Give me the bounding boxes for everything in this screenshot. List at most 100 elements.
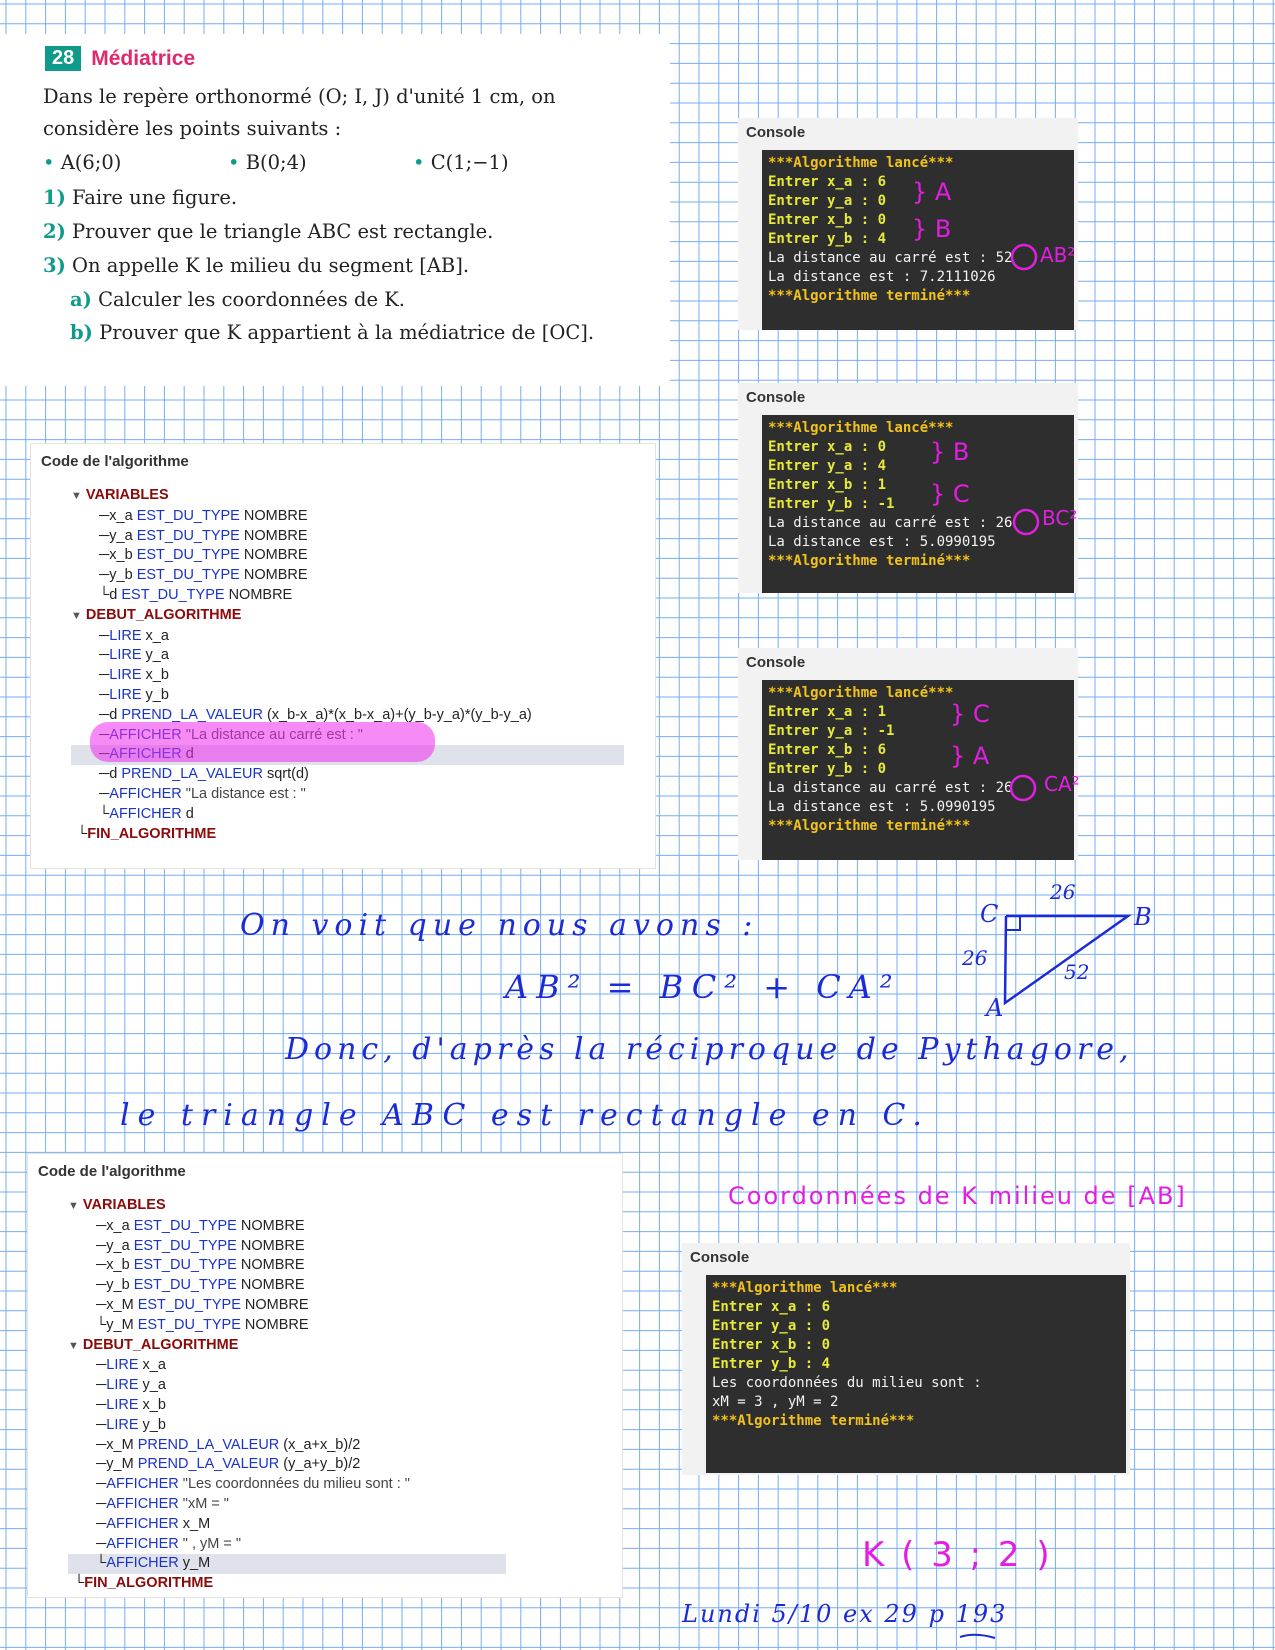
tree-line[interactable]: ─LIRE y_a bbox=[68, 1376, 613, 1396]
handwritten-equation: AB² = BC² + CA² bbox=[505, 968, 901, 1006]
tree-line[interactable]: ─LIRE x_a bbox=[71, 627, 646, 647]
tree-end[interactable]: └FIN_ALGORITHME bbox=[71, 825, 646, 845]
tree-line[interactable]: └d EST_DU_TYPE NOMBRE bbox=[71, 586, 646, 606]
console-line: ***Algorithme lancé*** bbox=[768, 155, 954, 171]
triangle-label-c: C bbox=[980, 900, 999, 928]
tree-line[interactable]: ─LIRE x_b bbox=[68, 1396, 613, 1416]
console-line: Entrer y_a : 4 bbox=[768, 458, 887, 474]
console-2: Console ***Algorithme lancé*** Entrer x_… bbox=[738, 383, 1078, 593]
tree-line[interactable]: ─AFFICHER "xM = " bbox=[68, 1495, 613, 1515]
console-line: La distance au carré est : 52 bbox=[768, 250, 1013, 266]
tree-line[interactable]: ─y_b EST_DU_TYPE NOMBRE bbox=[71, 566, 646, 586]
exercise-title: Médiatrice bbox=[91, 46, 196, 70]
handwritten-line-1: On voit que nous avons : bbox=[240, 908, 759, 943]
console-output: ***Algorithme lancé*** Entrer x_a : 6 En… bbox=[706, 1275, 1126, 1473]
triangle-down-icon[interactable]: ▼ bbox=[68, 1200, 79, 1212]
annotation-b: } B bbox=[930, 438, 970, 466]
tree-line[interactable]: ─AFFICHER "La distance est : " bbox=[71, 785, 646, 805]
console-line: Entrer x_b : 1 bbox=[768, 477, 887, 493]
tree-line-selected[interactable]: └AFFICHER y_M bbox=[68, 1554, 506, 1575]
tree-end[interactable]: └FIN_ALGORITHME bbox=[68, 1574, 613, 1594]
triangle-down-icon[interactable]: ▼ bbox=[71, 490, 82, 502]
console-title: Console bbox=[746, 124, 806, 141]
tree-line[interactable]: ─x_b EST_DU_TYPE NOMBRE bbox=[68, 1256, 613, 1276]
console-line: ***Algorithme lancé*** bbox=[768, 685, 954, 701]
point-a: A(6;0) bbox=[60, 151, 122, 174]
console-line: La distance au carré est : 26 bbox=[768, 780, 1013, 796]
exercise-intro-line1: Dans le repère orthonormé (O; I, J) d'un… bbox=[43, 85, 556, 108]
question-3: 3) On appelle K le milieu du segment [AB… bbox=[43, 254, 470, 277]
tree-line[interactable]: ─y_b EST_DU_TYPE NOMBRE bbox=[68, 1276, 613, 1296]
tree-line[interactable]: ─d PREND_LA_VALEUR sqrt(d) bbox=[71, 765, 646, 785]
console-output: ***Algorithme lancé*** Entrer x_a : 1 En… bbox=[762, 680, 1074, 860]
annotation-ab2: AB² bbox=[1040, 243, 1076, 267]
console-line: Entrer x_a : 1 bbox=[768, 704, 887, 720]
console-line: Entrer x_b : 0 bbox=[712, 1337, 831, 1353]
console-title: Console bbox=[746, 654, 806, 671]
tree-line[interactable]: ─y_a EST_DU_TYPE NOMBRE bbox=[68, 1237, 613, 1257]
exercise-intro-line2: considère les points suivants : bbox=[43, 117, 342, 140]
annotation-c: } C bbox=[930, 480, 970, 508]
annotation-a: } A bbox=[912, 178, 952, 206]
console-line: Entrer y_a : -1 bbox=[768, 723, 895, 739]
console-1: Console ***Algorithme lancé*** Entrer x_… bbox=[738, 118, 1078, 330]
tree-line[interactable]: ─x_b EST_DU_TYPE NOMBRE bbox=[71, 546, 646, 566]
annotation-a: } A bbox=[950, 742, 990, 770]
code-tree: ▼ VARIABLES ─x_a EST_DU_TYPE NOMBRE ─y_a… bbox=[68, 1196, 613, 1594]
triangle-label-a: A bbox=[986, 994, 1004, 1022]
console-line: La distance est : 7.2111026 bbox=[768, 269, 996, 285]
console-line: ***Algorithme terminé*** bbox=[768, 818, 971, 834]
tree-line[interactable]: ─y_a EST_DU_TYPE NOMBRE bbox=[71, 527, 646, 547]
annotation-ca2: CA² bbox=[1044, 772, 1080, 796]
tree-line[interactable]: ─d PREND_LA_VALEUR (x_b-x_a)*(x_b-x_a)+(… bbox=[71, 706, 646, 726]
exercise-block: 28 Médiatrice Dans le repère orthonormé … bbox=[0, 34, 670, 386]
tree-line[interactable]: ─x_a EST_DU_TYPE NOMBRE bbox=[68, 1217, 613, 1237]
console-4: Console ***Algorithme lancé*** Entrer x_… bbox=[682, 1243, 1130, 1475]
annotation-bc2: BC² bbox=[1042, 506, 1078, 530]
tree-section-variables[interactable]: ▼ VARIABLES bbox=[68, 1196, 613, 1217]
exercise-header: 28 Médiatrice bbox=[45, 46, 195, 71]
tree-section-variables[interactable]: ▼ VARIABLES bbox=[71, 486, 646, 507]
bullet-icon: • bbox=[228, 151, 246, 174]
question-1: 1) Faire une figure. bbox=[43, 186, 238, 209]
code-title: Code de l'algorithme bbox=[41, 453, 189, 470]
console-title: Console bbox=[746, 389, 806, 406]
bullet-icon: • bbox=[413, 151, 431, 174]
console-line: Entrer y_b : 4 bbox=[712, 1356, 831, 1372]
tree-line[interactable]: ─AFFICHER "Les coordonnées du milieu son… bbox=[68, 1475, 613, 1495]
tree-line[interactable]: └AFFICHER d bbox=[71, 805, 646, 825]
date-note: Lundi 5/10 ex 29 p 193 bbox=[682, 1600, 1008, 1628]
tree-line[interactable]: ─y_M PREND_LA_VALEUR (y_a+y_b)/2 bbox=[68, 1455, 613, 1475]
console-line: Entrer x_a : 0 bbox=[768, 439, 887, 455]
tree-line[interactable]: └y_M EST_DU_TYPE NOMBRE bbox=[68, 1316, 613, 1336]
annotation-b: } B bbox=[912, 215, 952, 243]
triangle-down-icon[interactable]: ▼ bbox=[68, 1340, 79, 1352]
tree-line[interactable]: ─LIRE y_a bbox=[71, 646, 646, 666]
console-line: ***Algorithme terminé*** bbox=[768, 288, 971, 304]
console-line: Entrer y_b : -1 bbox=[768, 496, 895, 512]
console-output: ***Algorithme lancé*** Entrer x_a : 0 En… bbox=[762, 415, 1074, 593]
tree-line[interactable]: ─LIRE x_a bbox=[68, 1356, 613, 1376]
tree-line[interactable]: ─AFFICHER "La distance au carré est : " bbox=[71, 726, 646, 746]
triangle-side-ab: 52 bbox=[1064, 960, 1090, 984]
tree-line[interactable]: ─x_a EST_DU_TYPE NOMBRE bbox=[71, 507, 646, 527]
console-line: Entrer x_b : 6 bbox=[768, 742, 887, 758]
code-title: Code de l'algorithme bbox=[38, 1163, 186, 1180]
triangle-down-icon[interactable]: ▼ bbox=[71, 610, 82, 622]
tree-line[interactable]: ─x_M EST_DU_TYPE NOMBRE bbox=[68, 1296, 613, 1316]
tree-line[interactable]: ─AFFICHER " , yM = " bbox=[68, 1535, 613, 1555]
triangle-side-ca: 26 bbox=[962, 946, 988, 970]
triangle-label-b: B bbox=[1134, 903, 1152, 931]
tree-line[interactable]: ─x_M PREND_LA_VALEUR (x_a+x_b)/2 bbox=[68, 1436, 613, 1456]
console-line: Entrer y_a : 0 bbox=[712, 1318, 831, 1334]
tree-line[interactable]: ─LIRE y_b bbox=[68, 1416, 613, 1436]
tree-line[interactable]: ─AFFICHER x_M bbox=[68, 1515, 613, 1535]
tree-section-debut[interactable]: ▼ DEBUT_ALGORITHME bbox=[71, 606, 646, 627]
tree-line-selected[interactable]: ─AFFICHER d bbox=[71, 745, 624, 766]
console-line: Les coordonnées du milieu sont : bbox=[712, 1375, 982, 1391]
tree-line[interactable]: ─LIRE x_b bbox=[71, 666, 646, 686]
tree-section-debut[interactable]: ▼ DEBUT_ALGORITHME bbox=[68, 1336, 613, 1357]
handwritten-line-3: Donc, d'après la réciproque de Pythagore… bbox=[285, 1032, 1134, 1067]
console-line: La distance est : 5.0990195 bbox=[768, 799, 996, 815]
tree-line[interactable]: ─LIRE y_b bbox=[71, 686, 646, 706]
